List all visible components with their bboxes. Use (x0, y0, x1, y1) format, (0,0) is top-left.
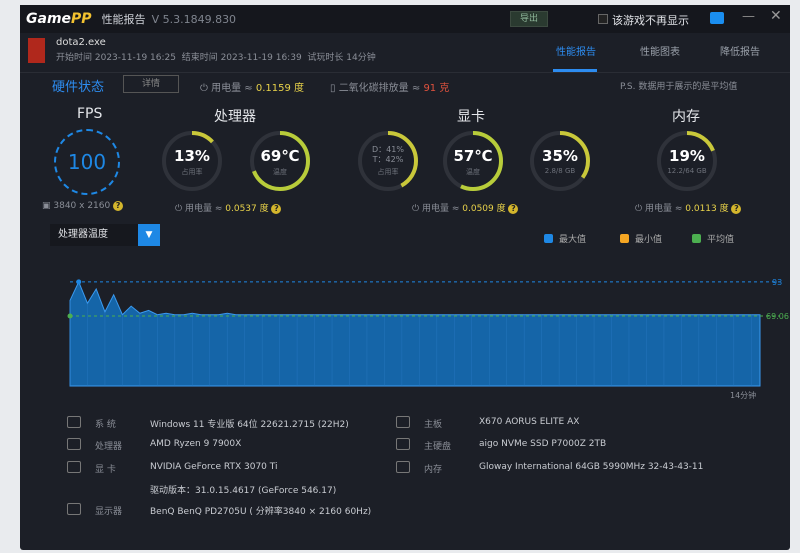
temperature-area (69, 280, 761, 387)
sysinfo-value: X670 AORUS ELITE AX (479, 417, 580, 427)
mem-heading: 内存 (672, 109, 700, 125)
sysinfo-value: BenQ BenQ PD2705U ( 分辨率3840 × 2160 60Hz) (150, 507, 372, 517)
sysinfo-icon (396, 416, 410, 428)
sysinfo-icon (396, 461, 410, 473)
close-button[interactable]: ✕ (770, 8, 782, 24)
tab-performance-chart[interactable]: 性能图表 (640, 43, 680, 58)
sysinfo-label: 系 统 (95, 420, 116, 430)
legend-avg: 平均值 (692, 232, 734, 245)
sysinfo-value: NVIDIA GeForce RTX 3070 Ti (150, 462, 278, 472)
avg-marker (67, 313, 73, 319)
mem-power: ⏻ 用电量 ≈ 0.0113 度 ? (635, 201, 742, 214)
version: V 5.3.1849.830 (151, 12, 237, 26)
gpu-power: ⏻ 用电量 ≈ 0.0509 度 ? (412, 201, 519, 214)
cpu-usage-gauge: 13% 占用率 (160, 129, 224, 193)
sysinfo-label: 显 卡 (95, 465, 116, 475)
sysinfo-label: 处理器 (95, 442, 123, 452)
sysinfo-icon (67, 503, 81, 515)
gpu-heading: 显卡 (457, 109, 485, 125)
fps-resolution: ▣ 3840 x 2160 ? (42, 201, 124, 211)
fps-heading: FPS (77, 106, 103, 122)
tab-reduce-report[interactable]: 降低报告 (720, 43, 760, 58)
mem-usage-gauge: 19% 12.2/64 GB (655, 129, 719, 193)
sysinfo-value: AMD Ryzen 9 7900X (150, 439, 242, 449)
max-marker (76, 279, 82, 285)
sysinfo-label: 显示器 (95, 507, 123, 517)
x-axis-label: 14分钟 (730, 390, 756, 400)
gamepp-logo: GamePP (26, 11, 92, 27)
dota2-game-icon (28, 38, 45, 63)
dont-show-checkbox[interactable] (598, 14, 608, 24)
export-button[interactable]: 导出 (510, 11, 548, 27)
chevron-down-icon[interactable]: ▼ (138, 224, 160, 246)
sysinfo-icon (396, 438, 410, 450)
cpu-temp-gauge: 69℃ 温度 (248, 129, 312, 193)
gpu-vram-gauge: 35% 2.8/8 GB (528, 129, 592, 193)
sysinfo-icon (67, 438, 81, 450)
ps-note: P.S. 数据用于展示的是平均值 (620, 82, 738, 92)
sysinfo-label: 内存 (424, 465, 443, 475)
dont-show-label: 该游戏不再显示 (612, 14, 689, 27)
title-bar: GamePP 性能报告 V 5.3.1849.830 导出 该游戏不再显示 — … (20, 5, 790, 33)
legend-min: 最小值 (620, 232, 662, 245)
sysinfo-icon (67, 461, 81, 473)
active-tab-indicator (553, 69, 597, 72)
gpu-usage-gauge: D：41% T：42% 占用率 (356, 129, 420, 193)
sysinfo-icon (67, 416, 81, 428)
performance-report-window: GamePP 性能报告 V 5.3.1849.830 导出 该游戏不再显示 — … (20, 5, 790, 550)
total-power: ⏻ 用电量 ≈ 0.1159 度 (200, 83, 305, 94)
sysinfo-label: 主板 (424, 420, 443, 430)
detail-button[interactable]: 详情 (123, 75, 179, 93)
carbon-emission: ▯ 二氧化碳排放量 ≈ 91 克 (330, 83, 450, 94)
game-header: dota2.exe 开始时间 2023-11-19 16:25 结束时间 202… (20, 33, 790, 73)
hardware-status-title: 硬件状态 (52, 80, 105, 95)
fps-gauge: 100 (54, 129, 120, 195)
max-label: 93 (772, 278, 782, 287)
sysinfo-label: 主硬盘 (424, 442, 452, 452)
minimize-button[interactable]: — (742, 9, 755, 24)
avg-label: 69.06 (766, 312, 789, 321)
cpu-power: ⏻ 用电量 ≈ 0.0537 度 ? (175, 201, 282, 214)
metric-select[interactable]: 处理器温度 ▼ (50, 224, 160, 246)
game-name: dota2.exe (56, 37, 106, 48)
window-title: 性能报告 (101, 13, 146, 26)
gpu-temp-gauge: 57℃ 温度 (441, 129, 505, 193)
tab-performance-report[interactable]: 性能报告 (556, 43, 596, 58)
session-times: 开始时间 2023-11-19 16:25 结束时间 2023-11-19 16… (56, 53, 376, 63)
sysinfo-value: Windows 11 专业版 64位 22621.2715 (22H2) (150, 420, 349, 430)
temperature-chart: 93 69.06 14分钟 (67, 278, 789, 400)
sysinfo-value: aigo NVMe SSD P7000Z 2TB (479, 439, 607, 449)
gpu-driver-version: 驱动版本：31.0.15.4617 (GeForce 546.17) (150, 486, 337, 496)
hardware-status-bar: 硬件状态 详情 ⏻ 用电量 ≈ 0.1159 度 ▯ 二氧化碳排放量 ≈ 91 … (20, 75, 790, 95)
cpu-heading: 处理器 (214, 109, 256, 125)
camera-icon[interactable] (710, 12, 724, 24)
legend-max: 最大值 (544, 232, 586, 245)
sysinfo-value: Gloway International 64GB 5990MHz 32-43-… (479, 462, 704, 472)
